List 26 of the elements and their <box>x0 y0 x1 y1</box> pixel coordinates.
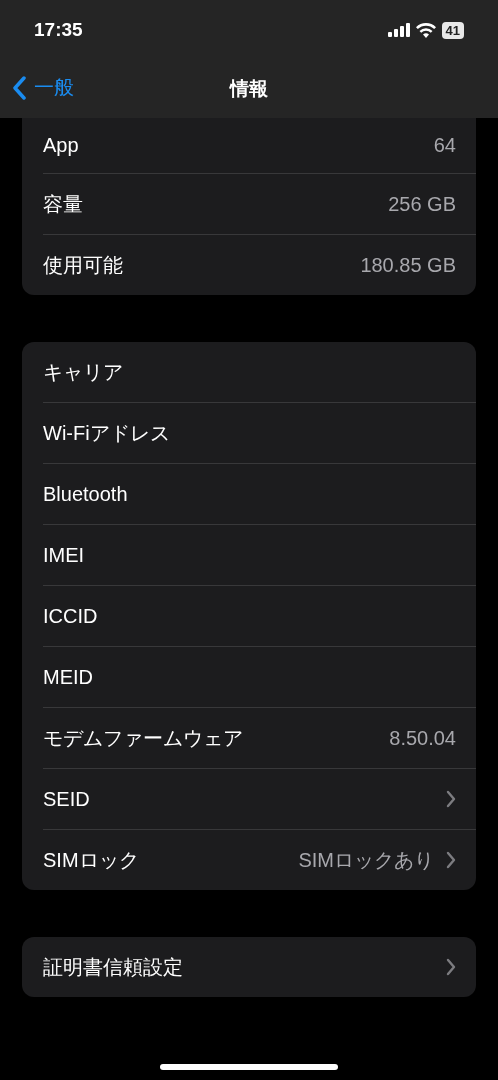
status-time: 17:35 <box>34 19 83 41</box>
row-label: App <box>43 134 80 157</box>
signal-icon <box>387 23 410 37</box>
row-label: Bluetooth <box>43 482 129 506</box>
row-label[interactable]: SEID <box>43 787 434 811</box>
row-label: ICCID <box>43 604 99 628</box>
row-label: MEID <box>43 665 94 689</box>
row-label: 容量 <box>43 191 84 217</box>
row-label: 使用可能 <box>43 252 124 278</box>
row-value: SIMロックあり <box>298 847 434 873</box>
row-label: IMEI <box>43 543 86 567</box>
back-label[interactable]: 一般 <box>34 74 74 101</box>
back-button[interactable]: 一般 <box>12 74 74 101</box>
row-value: 8.50.04 <box>389 726 456 750</box>
battery-level: 41 <box>441 21 464 39</box>
row-value: 64 <box>433 134 456 157</box>
row-value: 180.85 GB <box>360 253 456 277</box>
row-label[interactable]: SIMロック <box>43 846 299 874</box>
wifi-icon <box>415 22 436 38</box>
page-title: 情報 <box>230 77 268 101</box>
row-label: モデムファームウェア <box>43 725 244 751</box>
row-label: Wi-Fiアドレス <box>43 420 171 446</box>
row-label: キャリア <box>43 359 124 385</box>
row-label[interactable]: 証明書信頼設定 <box>43 953 434 981</box>
row-value: 256 GB <box>388 192 456 216</box>
chevron-left-icon <box>12 75 26 100</box>
